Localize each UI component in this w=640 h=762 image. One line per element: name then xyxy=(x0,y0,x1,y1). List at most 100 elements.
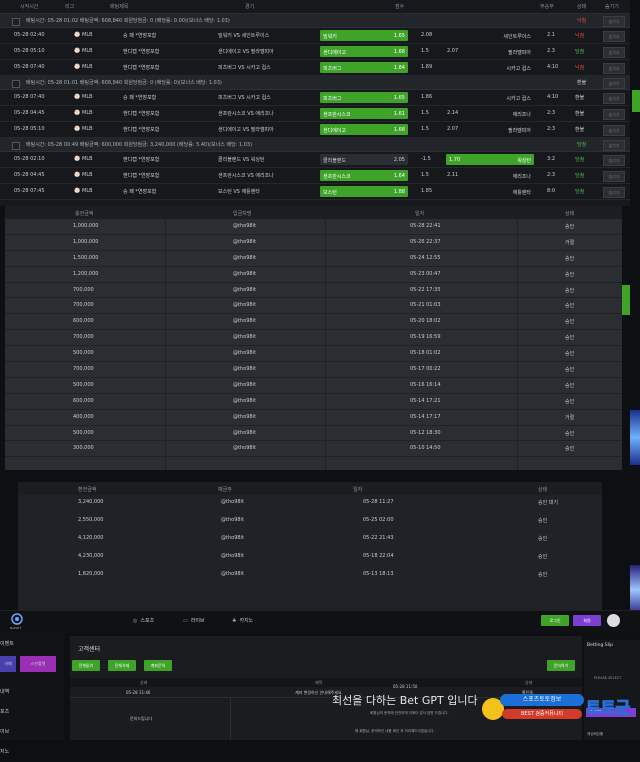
pick-home[interactable]: 샌디에이고 1.68 xyxy=(320,124,408,135)
pick-away[interactable]: 1.70 워싱턴 xyxy=(446,154,534,165)
pick-home[interactable]: 보스턴 1.88 xyxy=(320,186,408,197)
hide-button[interactable]: 숨기기 xyxy=(603,16,625,27)
bet-group-info: 배팅시간: 05-28 00:49 배팅금액: 600,000 회원당첨금: 3… xyxy=(26,142,253,148)
checkbox[interactable] xyxy=(12,18,20,26)
header-date: 일자 xyxy=(415,211,425,217)
pick-home[interactable]: 클리블랜드 2.05 xyxy=(320,154,408,165)
pick-away[interactable]: 애리조나 xyxy=(446,170,534,181)
pick-home[interactable]: 샌프란시스코 1.64 xyxy=(320,170,408,181)
withdraw-row: 4,120,000 @tho98it 05-22 21:43 승인 xyxy=(18,531,602,549)
bet-time: 05-28 05:10 xyxy=(14,48,45,54)
bet-match: 보스턴 VS 애틀랜타 xyxy=(218,189,260,195)
deposit-amount: 600,000 xyxy=(73,397,94,404)
hide-button[interactable]: 숨기기 xyxy=(603,31,625,42)
hide-button[interactable]: 숨기기 xyxy=(603,93,625,104)
read-all-button[interactable]: 전체읽기 xyxy=(72,660,100,671)
checkbox[interactable] xyxy=(12,142,20,150)
withdraw-date: 05-18 22:04 xyxy=(363,553,394,559)
pick-away[interactable]: 필라델피아 xyxy=(446,124,534,135)
pick-home[interactable]: 밀워키 1.65 xyxy=(320,30,408,41)
deposit-amount: 500,000 xyxy=(73,429,94,436)
nav-sports-label: 스포츠 xyxy=(140,618,155,624)
cafe-button[interactable]: 카페 xyxy=(0,656,16,672)
col-type: 배팅제목 xyxy=(110,4,129,10)
hide-button[interactable]: 숨기기 xyxy=(603,187,625,198)
deposit-date: 05-12 18:30 xyxy=(410,429,441,436)
bet-row: 05-28 02:40 ⚾ MLB 승 패 *연장포함 밀워키 VS 세인트루이스 밀워키… xyxy=(0,28,630,44)
bet-mid: -1.5 xyxy=(421,156,431,162)
deposit-date: 05-10 14:50 xyxy=(410,445,441,452)
hide-button[interactable]: 숨기기 xyxy=(603,140,625,151)
hide-button[interactable]: 숨기기 xyxy=(603,155,625,166)
deposit-row: 600,000 @tho98it 05-14 17:21 승인 xyxy=(5,394,622,410)
inquiry-button[interactable]: 문의하기 xyxy=(547,660,575,671)
hide-button[interactable]: 숨기기 xyxy=(603,109,625,120)
nav-sports[interactable]: ◎ 스포츠 xyxy=(133,617,155,625)
deposit-row: 300,000 @tho98it 05-10 14:50 승인 xyxy=(5,441,622,458)
deposit-amount: 1,000,000 xyxy=(73,238,99,245)
pick-away[interactable]: 시카고 컵스 xyxy=(446,62,534,73)
hide-button[interactable]: 숨기기 xyxy=(603,171,625,182)
deposit-name: @tho98it xyxy=(233,413,256,420)
pick-home[interactable]: 샌디에이고 1.68 xyxy=(320,46,408,57)
deposit-name: @tho98it xyxy=(233,238,256,245)
pick-away[interactable]: 애리조나 xyxy=(446,108,534,119)
spin-roulette-button[interactable]: 스핀룰렛 xyxy=(20,656,56,672)
brand-logo-icon[interactable] xyxy=(10,613,24,625)
bet-state: 당첨 xyxy=(575,173,585,179)
pick-away[interactable]: 애틀랜타 xyxy=(446,186,534,197)
bet-match: 샌디에이고 VS 필라델피아 xyxy=(218,127,274,133)
hide-button[interactable]: 숨기기 xyxy=(603,125,625,136)
pick-home[interactable]: 피츠버그 1.84 xyxy=(320,62,408,73)
account-inquiry-button[interactable]: 계좌문의 xyxy=(144,660,172,671)
left-menu-item[interactable]: 지노 xyxy=(0,742,9,762)
pick-home[interactable]: 피츠버그 1.65 xyxy=(320,92,408,103)
checkbox[interactable] xyxy=(12,80,20,88)
cart-tab[interactable] xyxy=(632,90,640,112)
deposit-row: 700,000 @tho98it 05-17 00:22 승인 xyxy=(5,362,622,378)
col-close: 숨기기 xyxy=(605,4,619,10)
bet-state: 환불 xyxy=(575,95,585,101)
pick-away[interactable]: 필라델피아 xyxy=(446,46,534,57)
signup-button[interactable]: 회원 xyxy=(573,615,601,626)
promo-thumbnail-2[interactable] xyxy=(630,565,640,615)
left-menu-item[interactable]: 이브 xyxy=(0,722,9,742)
hide-button[interactable]: 숨기기 xyxy=(603,47,625,58)
nav-live[interactable]: ▭ 라이브 xyxy=(183,617,205,625)
nav-casino[interactable]: ♣ 카지노 xyxy=(232,617,253,625)
pick-home[interactable]: 샌프란시스코 1.61 xyxy=(320,108,408,119)
delete-all-button[interactable]: 전체삭제 xyxy=(108,660,136,671)
bet-score: 2.3 xyxy=(547,48,555,54)
deposit-name: @tho98it xyxy=(233,334,256,341)
inquiry-table-header: 상태 제목 상태 xyxy=(70,678,582,687)
pick-away[interactable]: 시카고 컵스 xyxy=(446,92,534,103)
pick-away-label: 필라델피아 xyxy=(507,50,531,56)
hide-button[interactable]: 숨기기 xyxy=(603,78,625,89)
deposit-name: @tho98it xyxy=(233,286,256,293)
withdraw-status: 승인 xyxy=(538,572,548,578)
pick-away-label: 시카고 컵스 xyxy=(506,66,531,72)
bet-score: 8:0 xyxy=(547,188,556,194)
deposit-status: 승인 xyxy=(565,319,575,326)
withdraw-amount: 1,820,000 xyxy=(78,571,104,577)
deposit-status: 승인 xyxy=(565,287,575,294)
col-start: 시작시간 xyxy=(20,4,39,10)
deposit-status: 승인 xyxy=(565,255,575,262)
bet-groups: 배팅시간: 05-28 01:02 배팅금액: 608,840 회원당첨금: 0… xyxy=(0,14,630,200)
deposit-amount: 1,500,000 xyxy=(73,254,99,261)
login-button[interactable]: 로그인 xyxy=(541,615,569,626)
bet-score: 2:3 xyxy=(547,110,556,116)
hide-button[interactable]: 숨기기 xyxy=(603,63,625,74)
avatar[interactable] xyxy=(607,614,620,627)
cart-tab-2[interactable] xyxy=(622,285,630,315)
bet-state: 환불 xyxy=(575,127,585,133)
bet-score: 2.1 xyxy=(547,32,555,38)
bet-state: 당첨 xyxy=(575,157,585,163)
deposit-name: @tho98it xyxy=(233,350,256,357)
bet-mid: 1.5 xyxy=(421,172,429,178)
header-status: 상태 xyxy=(565,211,575,217)
promo-thumbnail[interactable] xyxy=(630,410,640,465)
pick-away[interactable]: 세인트루이스 xyxy=(446,30,534,41)
left-menu-item[interactable]: 내역 xyxy=(0,682,9,702)
left-menu-item[interactable]: 포츠 xyxy=(0,702,9,722)
